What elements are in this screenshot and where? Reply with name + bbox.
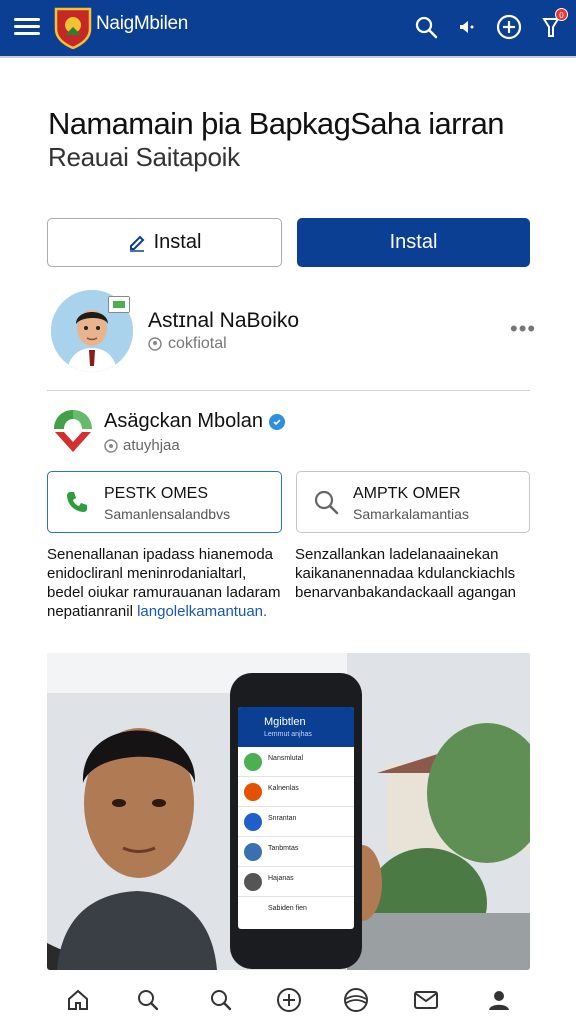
explore-icon[interactable] xyxy=(207,986,235,1014)
phone-footer-label: Sabiden fien xyxy=(268,905,307,912)
search-icon xyxy=(314,490,339,515)
notification-badge: 0 xyxy=(555,8,568,21)
phone-screen-subtitle: Lemmut anjhas xyxy=(264,731,312,738)
phone-mockup: Mgibtlen Lemmut anjhas Nansmlutal Kalnen… xyxy=(230,673,362,969)
edit-icon xyxy=(129,235,145,252)
install-outline-label: Instal xyxy=(153,231,202,253)
user-circle-icon xyxy=(148,337,162,351)
phone-list-item-label: Kalnenlas xyxy=(268,785,299,792)
description-right: Senzallankan ladelanaainekan kaikananenn… xyxy=(295,545,535,602)
org-logo xyxy=(52,408,94,454)
install-outline-button[interactable]: Instal xyxy=(47,218,282,267)
top-app-bar: NaigMbilen 0 xyxy=(0,0,576,58)
search-icon[interactable] xyxy=(411,12,441,42)
install-primary-label: Instal xyxy=(389,231,438,253)
card-subtitle: Samarkalamantias xyxy=(353,506,469,522)
app-title: NaigMbilen xyxy=(96,13,189,34)
page-title: Namamain þia BapkagSaha iarran xyxy=(48,106,504,141)
globe-small-icon xyxy=(104,438,118,453)
org-handle: atuyhjaa xyxy=(123,437,180,454)
contact-card-phone[interactable]: PESTK OMES Samanlensalandbvs xyxy=(47,471,282,533)
install-primary-button[interactable]: Instal xyxy=(297,218,530,267)
profile-handle: cokfiotal xyxy=(168,335,227,352)
more-options-icon[interactable]: ••• xyxy=(510,316,536,342)
phone-screen-title: Mgibtlen xyxy=(264,716,306,728)
verified-icon xyxy=(268,413,285,430)
phone-list-item: Kalnenlas xyxy=(238,777,354,807)
flag-badge xyxy=(108,296,130,313)
description-link[interactable]: langolelkamantuan. xyxy=(137,603,267,620)
home-icon[interactable] xyxy=(64,986,92,1014)
add-circle-icon[interactable] xyxy=(494,12,524,42)
menu-icon[interactable] xyxy=(14,15,40,39)
description-left: Senenallanan ipadass hianemoda enidoclir… xyxy=(47,545,287,621)
profile-icon[interactable] xyxy=(485,986,513,1014)
phone-list-item: Snrantan xyxy=(238,807,354,837)
card-subtitle: Samanlensalandbvs xyxy=(104,506,231,522)
phone-list-item-label: Tanbmtas xyxy=(268,845,299,852)
globe-icon[interactable] xyxy=(342,986,370,1014)
card-title: PESTK OMES xyxy=(104,485,209,502)
card-title: AMPTK OMER xyxy=(353,485,461,502)
phone-list-footer: Sabiden fien xyxy=(238,897,354,927)
hero-image: Mgibtlen Lemmut anjhas Nansmlutal Kalnen… xyxy=(47,653,530,970)
contact-card-search[interactable]: AMPTK OMER Samarkalamantias xyxy=(296,471,530,533)
phone-list-item: Tanbmtas xyxy=(238,837,354,867)
phone-list-item-label: Snrantan xyxy=(268,815,297,822)
add-icon[interactable] xyxy=(275,986,303,1014)
section-divider xyxy=(47,390,530,391)
page-subtitle: Reauai Saitapoik xyxy=(48,142,240,172)
phone-list-item: Nansmlutal xyxy=(238,747,354,777)
phone-list-item-label: Hajanas xyxy=(268,875,294,882)
description-text: Senzallankan ladelanaainekan kaikananenn… xyxy=(295,546,517,601)
phone-icon xyxy=(67,492,87,512)
org-name-row: Asägckan Mbolan xyxy=(104,410,285,433)
org-handle-row: atuyhjaa xyxy=(104,437,180,454)
org-name: Asägckan Mbolan xyxy=(104,410,263,432)
notification-icon[interactable]: 0 xyxy=(536,8,568,42)
phone-screen: Mgibtlen Lemmut anjhas Nansmlutal Kalnen… xyxy=(238,707,354,929)
app-logo xyxy=(52,5,94,50)
phone-list-item-label: Nansmlutal xyxy=(268,755,304,762)
phone-screen-header: Mgibtlen Lemmut anjhas xyxy=(238,707,354,747)
volume-icon[interactable] xyxy=(452,12,482,42)
phone-list-item: Hajanas xyxy=(238,867,354,897)
mail-icon[interactable] xyxy=(412,986,440,1014)
search-icon[interactable] xyxy=(134,986,162,1014)
profile-handle-row: cokfiotal xyxy=(148,335,227,353)
bottom-navigation xyxy=(0,974,576,1024)
profile-name: Astɪnal NaBoiko xyxy=(148,309,300,332)
